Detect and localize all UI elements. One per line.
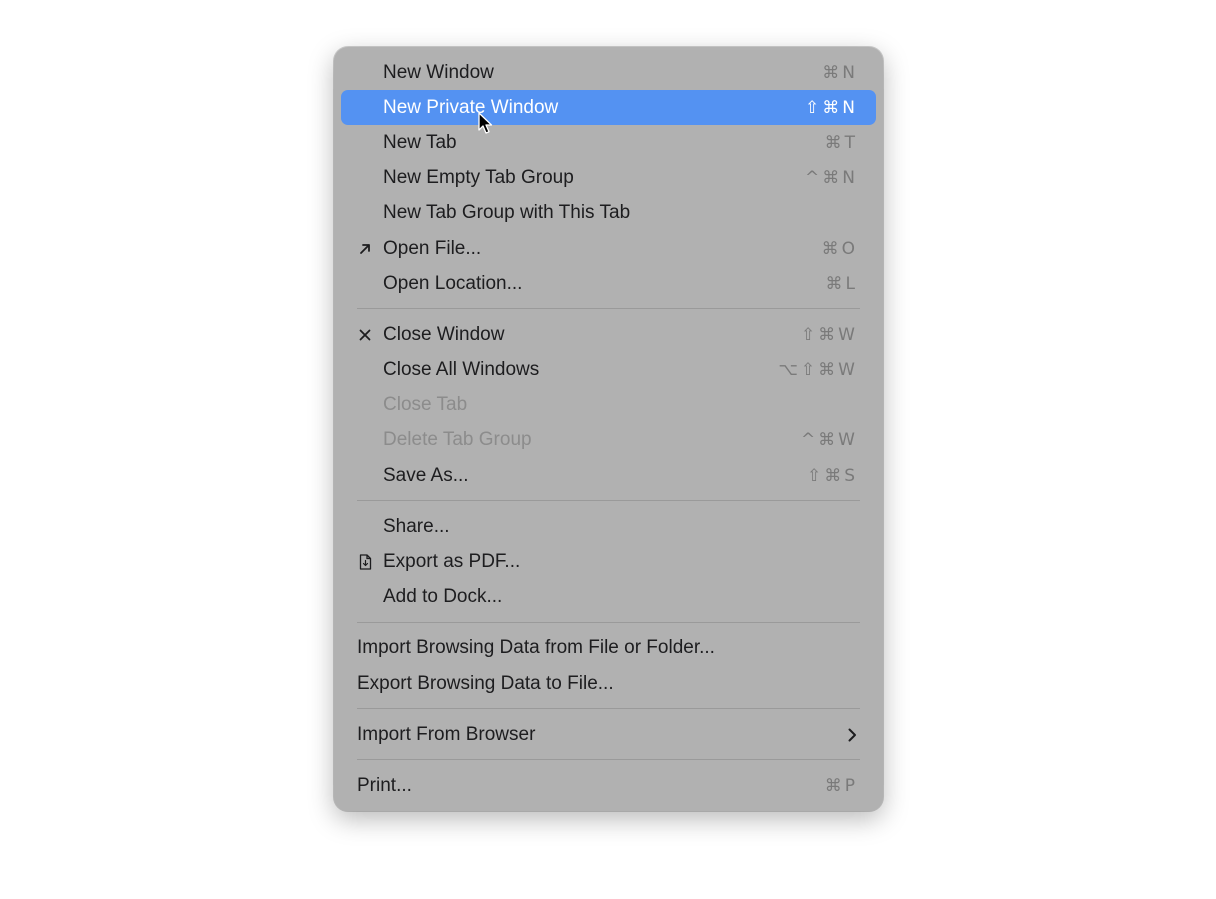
menu-item-shortcut: ⇧⌘N <box>805 97 858 118</box>
menu-item-label: New Tab <box>383 131 457 153</box>
menu-item-label: Export Browsing Data to File... <box>357 672 614 694</box>
menu-item-label: New Window <box>383 61 494 83</box>
menu-item-label: Import From Browser <box>357 723 536 745</box>
menu-item-shortcut: ⌘T <box>824 132 858 153</box>
menu-separator <box>334 701 883 717</box>
menu-item-label: Add to Dock... <box>383 586 503 608</box>
menu-item-shortcut: ⌘P <box>824 775 858 796</box>
menu-item-label: Import Browsing Data from File or Folder… <box>357 637 715 659</box>
menu-item-label: Share... <box>383 515 450 537</box>
menu-item-new-empty-tab-group[interactable]: New Empty Tab Group ^⌘N <box>341 161 876 196</box>
chevron-right-icon <box>844 727 860 743</box>
menu-separator <box>334 615 883 631</box>
menu-item-shortcut: ⌥⇧⌘W <box>778 360 858 381</box>
menu-item-label: Open File... <box>383 237 482 259</box>
menu-item-import-from-browser[interactable]: Import From Browser <box>341 717 876 752</box>
document-icon <box>357 553 373 571</box>
menu-item-new-tab[interactable]: New Tab ⌘T <box>341 125 876 160</box>
menu-item-label: Close Window <box>383 323 505 345</box>
menu-item-export-as-pdf[interactable]: Export as PDF... <box>341 544 876 579</box>
menu-item-label: Delete Tab Group <box>383 429 532 451</box>
menu-item-delete-tab-group: Delete Tab Group ^⌘W <box>341 423 876 458</box>
menu-item-save-as[interactable]: Save As... ⇧⌘S <box>341 458 876 493</box>
menu-item-label: Open Location... <box>383 272 523 294</box>
close-x-icon <box>357 326 373 344</box>
menu-separator <box>334 752 883 768</box>
menu-item-shortcut: ⌘N <box>822 62 858 83</box>
menu-item-new-tab-group-with-this-tab[interactable]: New Tab Group with This Tab <box>341 196 876 231</box>
menu-item-label: Print... <box>357 774 412 796</box>
menu-item-close-window[interactable]: Close Window ⇧⌘W <box>341 317 876 352</box>
file-menu: New Window ⌘N New Private Window ⇧⌘N New… <box>334 47 883 811</box>
menu-item-label: New Empty Tab Group <box>383 167 574 189</box>
menu-item-export-browsing-data[interactable]: Export Browsing Data to File... <box>341 666 876 701</box>
menu-item-shortcut: ^⌘N <box>805 168 858 189</box>
menu-item-import-browsing-data[interactable]: Import Browsing Data from File or Folder… <box>341 631 876 666</box>
menu-item-shortcut: ^⌘W <box>800 430 858 451</box>
menu-item-label: New Private Window <box>383 96 559 118</box>
menu-item-new-window[interactable]: New Window ⌘N <box>341 55 876 90</box>
menu-separator <box>334 493 883 509</box>
menu-item-share[interactable]: Share... <box>341 509 876 544</box>
menu-item-shortcut: ⌘O <box>821 238 858 259</box>
menu-item-shortcut: ⌘L <box>825 273 858 294</box>
menu-item-print[interactable]: Print... ⌘P <box>341 768 876 803</box>
mouse-pointer-icon <box>478 112 494 136</box>
menu-item-shortcut: ⇧⌘S <box>806 465 858 486</box>
menu-item-label: Close All Windows <box>383 359 540 381</box>
menu-item-shortcut: ⇧⌘W <box>800 324 858 345</box>
menu-item-label: Export as PDF... <box>383 551 521 573</box>
menu-separator <box>334 301 883 317</box>
menu-item-label: Close Tab <box>383 394 468 416</box>
arrow-up-right-icon <box>357 240 373 258</box>
menu-item-open-file[interactable]: Open File... ⌘O <box>341 231 876 266</box>
menu-item-new-private-window[interactable]: New Private Window ⇧⌘N <box>341 90 876 126</box>
menu-item-close-all-windows[interactable]: Close All Windows ⌥⇧⌘W <box>341 353 876 388</box>
menu-item-add-to-dock[interactable]: Add to Dock... <box>341 580 876 615</box>
menu-item-label: Save As... <box>383 464 469 486</box>
menu-item-label: New Tab Group with This Tab <box>383 202 631 224</box>
menu-item-open-location[interactable]: Open Location... ⌘L <box>341 266 876 301</box>
menu-item-close-tab: Close Tab <box>341 388 876 423</box>
